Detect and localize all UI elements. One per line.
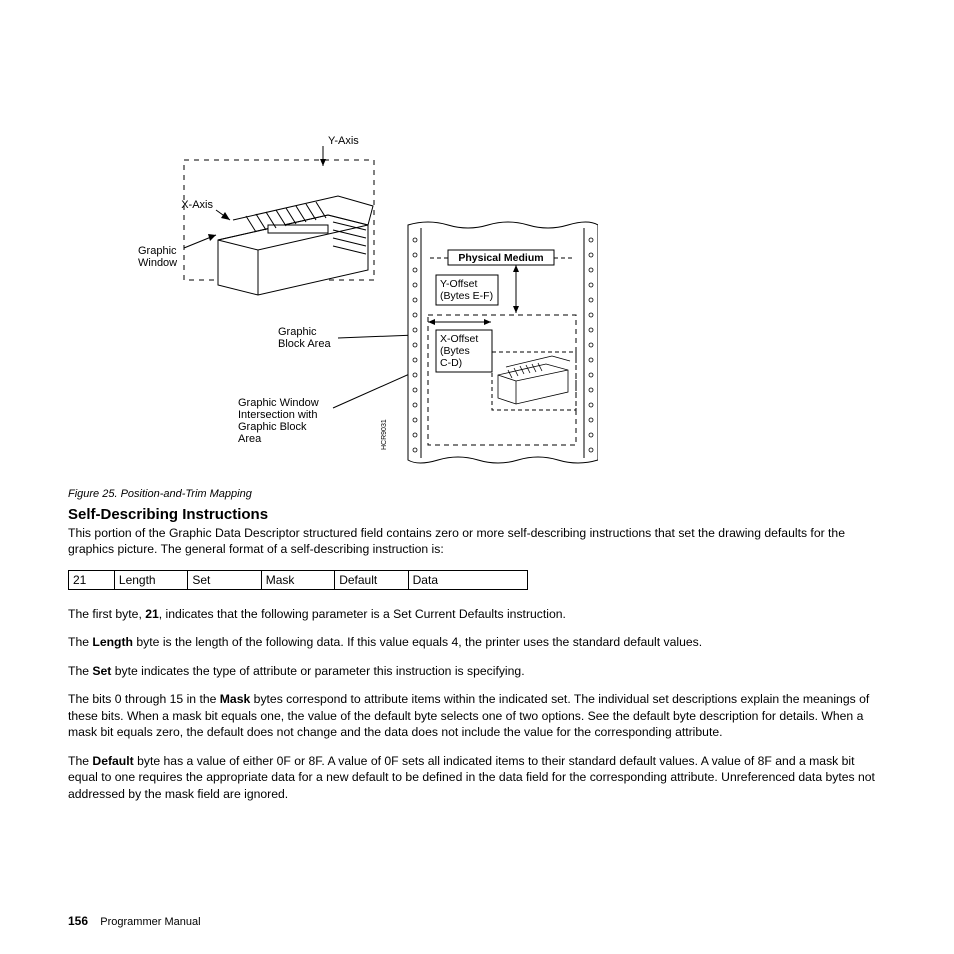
figure-25: Y-Axis X-Axis Graphic Window Graphic Blo… — [128, 130, 598, 470]
label-side-code: HCR9031 — [381, 419, 388, 450]
paragraph-length: The Length byte is the length of the fol… — [68, 634, 886, 650]
table-cell: Data — [408, 570, 527, 589]
page-number: 156 — [68, 914, 88, 928]
paragraph-mask: The bits 0 through 15 in the Mask bytes … — [68, 691, 886, 740]
figure-illustration: Y-Axis X-Axis Graphic Window Graphic Blo… — [128, 130, 598, 470]
table-cell: Mask — [261, 570, 334, 589]
table-cell: 21 — [69, 570, 115, 589]
intro-paragraph: This portion of the Graphic Data Descrip… — [68, 525, 886, 558]
figure-caption: Figure 25. Position-and-Trim Mapping — [68, 488, 598, 500]
table-cell: Set — [188, 570, 261, 589]
label-graphic-block-area: Graphic Block Area — [278, 326, 331, 350]
label-y-axis: Y-Axis — [328, 135, 359, 147]
section-title: Self-Describing Instructions — [68, 506, 886, 523]
label-x-axis: X-Axis — [181, 199, 213, 211]
instruction-format-table: 21 Length Set Mask Default Data — [68, 570, 528, 590]
page-footer: 156 Programmer Manual — [68, 914, 201, 928]
paragraph-set: The Set byte indicates the type of attri… — [68, 663, 886, 679]
label-graphic-window: Graphic Window — [138, 245, 180, 269]
label-intersection: Graphic Window Intersection with Graphic… — [238, 397, 322, 445]
book-title: Programmer Manual — [100, 916, 200, 928]
table-cell: Length — [114, 570, 187, 589]
label-physical-medium: Physical Medium — [458, 252, 543, 264]
table-cell: Default — [335, 570, 408, 589]
paragraph-default: The Default byte has a value of either 0… — [68, 753, 886, 802]
paragraph-21: The first byte, 21, indicates that the f… — [68, 606, 886, 622]
